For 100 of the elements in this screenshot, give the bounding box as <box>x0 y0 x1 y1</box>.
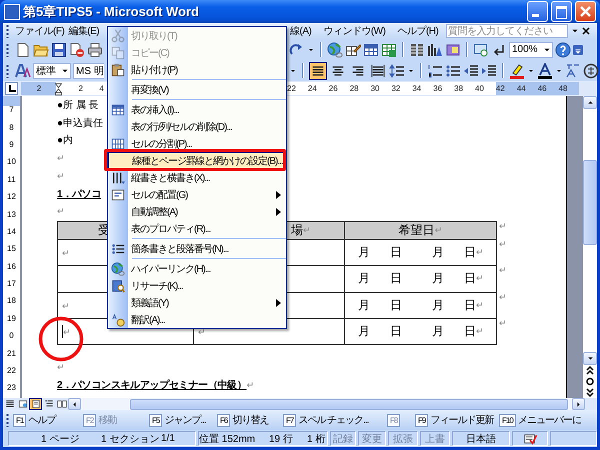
increase-indent-icon[interactable] <box>481 62 497 78</box>
scroll-thumb[interactable] <box>130 398 568 410</box>
reading-icon[interactable] <box>473 42 489 58</box>
table-icon[interactable] <box>363 42 379 58</box>
paragraph-mark: ↵ <box>476 273 484 284</box>
style-combo[interactable]: 標準 <box>33 62 71 78</box>
menu-item[interactable]: ウィンドウ(W) <box>321 24 388 38</box>
document-map-icon[interactable] <box>445 42 461 58</box>
function-key-button[interactable]: F7 スペル チェック... <box>283 413 368 427</box>
align-center-icon <box>331 64 345 78</box>
menu-item[interactable]: 箇条書きと段落番号(N)... <box>108 240 286 257</box>
menu-item[interactable]: 自動調整(A) <box>108 203 286 220</box>
spreadsheet-icon[interactable] <box>381 42 397 58</box>
function-key-button[interactable]: F10 メニューバーに <box>499 413 581 427</box>
column-header: 希望日 <box>398 222 435 239</box>
drawing-tools-icon[interactable] <box>427 42 443 58</box>
menu-item[interactable]: 縦書きと横書き(X)... <box>108 169 286 186</box>
next-page-button[interactable] <box>584 387 596 398</box>
spell-check-icon[interactable] <box>522 432 538 445</box>
menu-item[interactable]: 線(A) <box>288 24 314 38</box>
help-icon[interactable] <box>555 42 571 58</box>
minimize-button[interactable] <box>527 1 548 22</box>
ruler-number: 0 <box>9 331 14 340</box>
horizontal-scrollbar[interactable] <box>81 398 572 410</box>
distributed-icon <box>371 64 385 78</box>
ruler-number: 14 <box>7 226 16 236</box>
printer-icon[interactable] <box>87 42 103 58</box>
table-pen-icon[interactable] <box>345 42 361 58</box>
function-key-button[interactable]: F9 フィールド更新 <box>415 413 494 427</box>
maximize-button[interactable] <box>551 1 572 22</box>
menu-item[interactable]: 翻訳(A)... <box>108 311 286 328</box>
justify-button[interactable] <box>309 62 327 80</box>
ruler-number: 44 <box>516 84 526 93</box>
help-search-field[interactable]: 質問を入力してください <box>446 24 568 38</box>
paragraph-mark: ↵ <box>476 300 484 311</box>
ruler-number: 42 <box>496 84 505 93</box>
menu-item[interactable]: ファイル(F) <box>13 24 66 38</box>
ruler-number: 30 <box>370 84 380 93</box>
menu-item[interactable]: リサーチ(K)... <box>108 277 286 294</box>
menu-item[interactable]: 貼り付け(P) <box>108 61 286 78</box>
ruler-number: 15 <box>7 244 16 254</box>
toolbar-grip[interactable] <box>6 64 9 78</box>
toolbar-grip[interactable] <box>6 24 9 38</box>
globe-icon[interactable] <box>327 42 343 58</box>
browse-object-button[interactable] <box>584 376 596 387</box>
day-label: 日 <box>390 296 402 314</box>
save-icon[interactable] <box>51 42 67 58</box>
menu-item[interactable]: 表の行/列/セルの削除(D)... <box>108 118 286 135</box>
close-icon[interactable] <box>580 25 592 37</box>
font-combo[interactable]: MS 明 <box>73 62 104 78</box>
document-stop-icon[interactable] <box>69 42 85 58</box>
reading-layout-button[interactable] <box>55 398 68 410</box>
new-document-icon[interactable] <box>15 42 31 58</box>
scroll-thumb[interactable] <box>583 160 597 245</box>
toolbar-grip[interactable] <box>6 413 9 427</box>
scroll-right-button[interactable] <box>572 398 585 410</box>
enclosed-character-icon[interactable] <box>583 62 599 78</box>
status-text: 上書 <box>424 432 446 446</box>
close-button[interactable] <box>575 1 596 22</box>
menu-item[interactable]: 線種とページ罫線と網かけの設定(B)... <box>108 152 286 169</box>
styles-icon[interactable] <box>15 62 31 78</box>
paragraph-mark: ↵ <box>499 265 507 276</box>
scroll-down-button[interactable] <box>583 352 597 365</box>
ruler-number: 26 <box>328 84 338 93</box>
ruler-number: 2 <box>36 84 42 93</box>
numbering-icon[interactable] <box>427 62 443 78</box>
toolbar-grip[interactable] <box>6 42 9 56</box>
decrease-indent-icon[interactable] <box>463 62 479 78</box>
menu-item[interactable]: 類義語(Y) <box>108 294 286 311</box>
menu-item[interactable]: ヘルプ(H) <box>395 24 440 38</box>
phonetic-guide-icon[interactable] <box>565 62 581 78</box>
status-text: 1/1 <box>161 433 176 444</box>
highlighter-icon[interactable] <box>509 62 525 78</box>
columns-icon[interactable] <box>409 42 425 58</box>
web-layout-button[interactable] <box>16 398 29 410</box>
menu-item[interactable]: セルの分割(P)... <box>108 135 286 152</box>
scroll-left-button[interactable] <box>68 398 81 410</box>
previous-page-button[interactable] <box>584 365 596 376</box>
paragraph-mark: ↵ <box>434 224 442 236</box>
menu-item[interactable]: ハイパーリンク(H)... <box>108 260 286 277</box>
ruler-number: 16 <box>7 262 16 271</box>
menu-item[interactable]: セルの配置(G) <box>108 186 286 203</box>
menu-item[interactable]: 表のプロパティ(R)... <box>108 220 286 237</box>
zoom-combo[interactable]: 100% <box>509 42 553 58</box>
menu-item[interactable]: 表の挿入(I)... <box>108 101 286 118</box>
font-color-icon[interactable] <box>537 62 553 78</box>
ruler-number: 22 <box>287 84 296 93</box>
tab-selector[interactable] <box>5 82 18 95</box>
status-text: 19 行 <box>269 432 294 446</box>
vertical-scrollbar[interactable] <box>583 96 597 398</box>
paragraph-mark: ↵ <box>476 326 484 337</box>
bullets-icon[interactable] <box>445 62 461 78</box>
line-spacing-icon[interactable] <box>389 62 405 78</box>
function-key-button[interactable]: F1 ヘルプ <box>13 413 56 427</box>
function-key-button[interactable]: F5 ジャンプ... <box>149 413 206 427</box>
scroll-up-button[interactable] <box>583 96 597 109</box>
print-layout-button[interactable] <box>29 398 42 410</box>
menu-item[interactable]: 編集(E) <box>66 24 102 38</box>
menu-item[interactable]: 再変換(V) <box>108 81 286 98</box>
function-key-button[interactable]: F6 切り替え <box>217 413 268 427</box>
